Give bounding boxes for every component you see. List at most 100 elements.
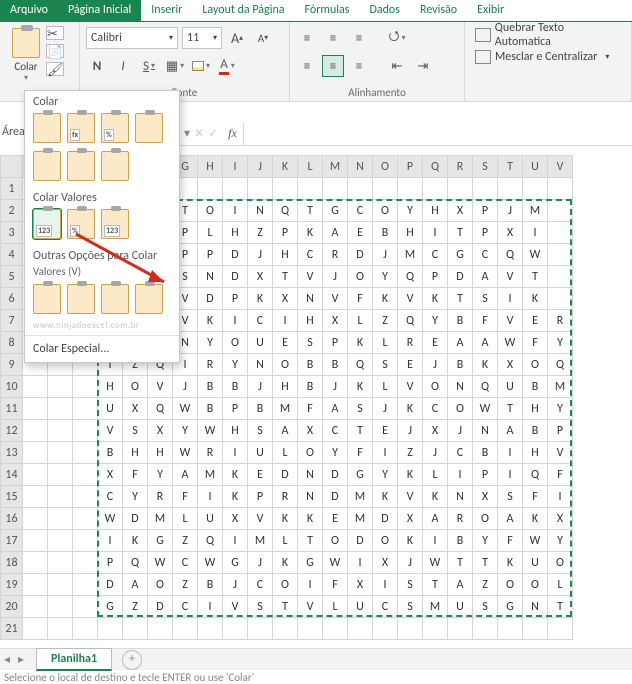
- row-header-14[interactable]: 14: [1, 464, 23, 486]
- cell-V11[interactable]: Y: [548, 398, 573, 420]
- col-header-O[interactable]: O: [373, 156, 398, 178]
- cell-N9[interactable]: Q: [348, 354, 373, 376]
- row-header-10[interactable]: 10: [1, 376, 23, 398]
- cell-P21[interactable]: [398, 618, 423, 640]
- cell-C13[interactable]: [73, 442, 98, 464]
- paste-picture-button[interactable]: [101, 284, 129, 314]
- cell-V2[interactable]: [548, 200, 573, 222]
- align-center-button[interactable]: ≡: [322, 55, 344, 77]
- cell-P7[interactable]: Q: [398, 310, 423, 332]
- cell-K13[interactable]: L: [273, 442, 298, 464]
- cell-H9[interactable]: R: [198, 354, 223, 376]
- cell-H3[interactable]: L: [198, 222, 223, 244]
- cell-M14[interactable]: D: [323, 464, 348, 486]
- cell-Q16[interactable]: A: [423, 508, 448, 530]
- cell-C12[interactable]: [73, 420, 98, 442]
- cell-T18[interactable]: K: [498, 552, 523, 574]
- cell-N3[interactable]: E: [348, 222, 373, 244]
- cell-D15[interactable]: C: [98, 486, 123, 508]
- cell-G17[interactable]: Z: [173, 530, 198, 552]
- cell-R6[interactable]: T: [448, 288, 473, 310]
- cell-L20[interactable]: V: [298, 596, 323, 618]
- cell-N16[interactable]: M: [348, 508, 373, 530]
- cell-T10[interactable]: U: [498, 376, 523, 398]
- cell-M17[interactable]: O: [323, 530, 348, 552]
- cell-G21[interactable]: [173, 618, 198, 640]
- cell-U17[interactable]: W: [523, 530, 548, 552]
- cell-F15[interactable]: R: [148, 486, 173, 508]
- cell-R13[interactable]: C: [448, 442, 473, 464]
- cell-H1[interactable]: [198, 178, 223, 200]
- cell-R20[interactable]: U: [448, 596, 473, 618]
- tab-view[interactable]: Exibir: [467, 0, 514, 21]
- cell-L2[interactable]: T: [298, 200, 323, 222]
- cell-B10[interactable]: [48, 376, 73, 398]
- cell-R10[interactable]: N: [448, 376, 473, 398]
- col-header-S[interactable]: S: [473, 156, 498, 178]
- col-header-M[interactable]: M: [323, 156, 348, 178]
- cell-H2[interactable]: O: [198, 200, 223, 222]
- cell-N20[interactable]: U: [348, 596, 373, 618]
- cell-S2[interactable]: P: [473, 200, 498, 222]
- underline-button[interactable]: S▾: [138, 55, 160, 77]
- paste-keep-width-button[interactable]: [67, 151, 95, 181]
- cell-M11[interactable]: A: [323, 398, 348, 420]
- cell-E10[interactable]: O: [123, 376, 148, 398]
- cell-B20[interactable]: [48, 596, 73, 618]
- cell-M20[interactable]: L: [323, 596, 348, 618]
- cell-T17[interactable]: F: [498, 530, 523, 552]
- cell-E18[interactable]: Q: [123, 552, 148, 574]
- cell-Q20[interactable]: M: [423, 596, 448, 618]
- cell-E13[interactable]: H: [123, 442, 148, 464]
- cell-K4[interactable]: H: [273, 244, 298, 266]
- cell-R11[interactable]: O: [448, 398, 473, 420]
- cell-P13[interactable]: Z: [398, 442, 423, 464]
- cell-O19[interactable]: I: [373, 574, 398, 596]
- cell-J21[interactable]: [248, 618, 273, 640]
- cell-U18[interactable]: U: [523, 552, 548, 574]
- cell-F11[interactable]: Q: [148, 398, 173, 420]
- cell-I6[interactable]: P: [223, 288, 248, 310]
- tab-nav-prev[interactable]: ◂: [0, 652, 14, 667]
- cell-I20[interactable]: V: [223, 596, 248, 618]
- cell-M6[interactable]: V: [323, 288, 348, 310]
- cut-button[interactable]: ✂: [46, 26, 64, 40]
- cell-O6[interactable]: K: [373, 288, 398, 310]
- cell-M21[interactable]: [323, 618, 348, 640]
- cell-R2[interactable]: X: [448, 200, 473, 222]
- cell-N13[interactable]: F: [348, 442, 373, 464]
- tab-data[interactable]: Dados: [359, 0, 409, 21]
- row-header-17[interactable]: 17: [1, 530, 23, 552]
- cell-K16[interactable]: K: [273, 508, 298, 530]
- cell-L8[interactable]: S: [298, 332, 323, 354]
- cell-M13[interactable]: Y: [323, 442, 348, 464]
- cell-J8[interactable]: U: [248, 332, 273, 354]
- cell-U20[interactable]: N: [523, 596, 548, 618]
- cell-F17[interactable]: G: [148, 530, 173, 552]
- cell-A19[interactable]: [23, 574, 48, 596]
- col-header-Q[interactable]: Q: [423, 156, 448, 178]
- font-size-select[interactable]: 11 ▾: [182, 27, 222, 49]
- cell-T4[interactable]: Q: [498, 244, 523, 266]
- paste-values-source-button[interactable]: 123: [101, 209, 129, 239]
- cell-T19[interactable]: O: [498, 574, 523, 596]
- paste-all-button[interactable]: [33, 113, 61, 143]
- cell-I9[interactable]: Y: [223, 354, 248, 376]
- paste-values-number-button[interactable]: %: [67, 209, 95, 239]
- tab-file[interactable]: Arquivo: [0, 0, 58, 21]
- cell-R21[interactable]: [448, 618, 473, 640]
- cell-N21[interactable]: [348, 618, 373, 640]
- cell-K15[interactable]: R: [273, 486, 298, 508]
- cell-P6[interactable]: V: [398, 288, 423, 310]
- cell-S8[interactable]: A: [473, 332, 498, 354]
- cell-I1[interactable]: [223, 178, 248, 200]
- cell-B11[interactable]: [48, 398, 73, 420]
- cell-J14[interactable]: E: [248, 464, 273, 486]
- cell-K2[interactable]: Q: [273, 200, 298, 222]
- cell-L17[interactable]: T: [298, 530, 323, 552]
- increase-indent-button[interactable]: ⇥: [412, 55, 434, 77]
- cell-V14[interactable]: F: [548, 464, 573, 486]
- cell-L13[interactable]: O: [298, 442, 323, 464]
- cell-I3[interactable]: H: [223, 222, 248, 244]
- cell-F20[interactable]: D: [148, 596, 173, 618]
